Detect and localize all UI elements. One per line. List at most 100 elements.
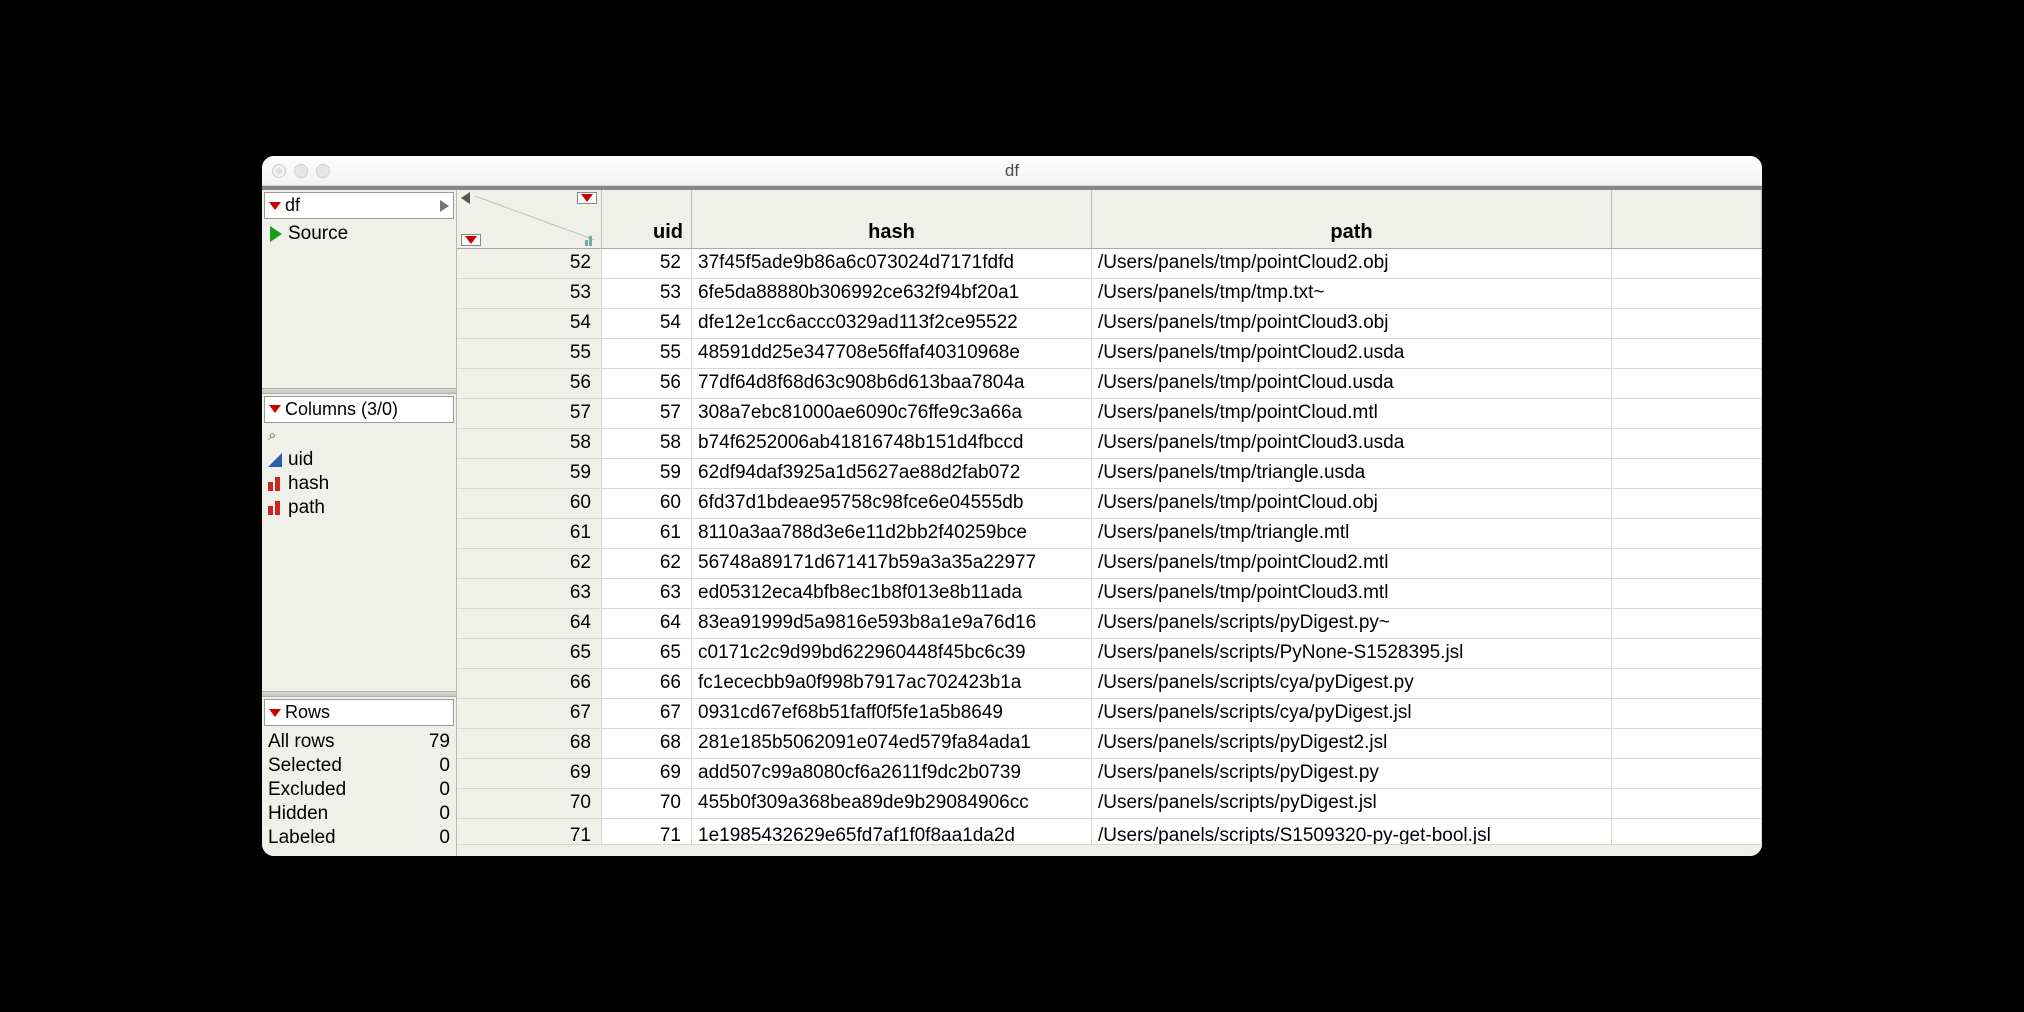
table-row[interactable]: 6969add507c99a8080cf6a2611f9dc2b0739/Use… [457, 759, 1762, 789]
row-number-cell[interactable]: 67 [457, 699, 602, 728]
row-number-cell[interactable]: 54 [457, 309, 602, 338]
panel-separator[interactable] [262, 388, 456, 394]
row-number-cell[interactable]: 57 [457, 399, 602, 428]
cell-path[interactable]: /Users/panels/scripts/S1509320-py-get-bo… [1092, 819, 1612, 844]
titlebar[interactable]: df [262, 156, 1762, 186]
cell-path[interactable]: /Users/panels/tmp/pointCloud2.obj [1092, 249, 1612, 278]
cell-empty[interactable] [1612, 759, 1762, 788]
row-number-cell[interactable]: 56 [457, 369, 602, 398]
rows-stat[interactable]: Labeled0 [268, 826, 450, 850]
cell-empty[interactable] [1612, 699, 1762, 728]
table-row[interactable]: 565677df64d8f68d63c908b6d613baa7804a/Use… [457, 369, 1762, 399]
rows-stat[interactable]: Excluded0 [268, 778, 450, 802]
panel-separator[interactable] [262, 691, 456, 697]
cell-uid[interactable]: 59 [602, 459, 692, 488]
cell-empty[interactable] [1612, 429, 1762, 458]
cell-uid[interactable]: 52 [602, 249, 692, 278]
table-row[interactable]: 5858b74f6252006ab41816748b151d4fbccd/Use… [457, 429, 1762, 459]
cell-empty[interactable] [1612, 339, 1762, 368]
row-number-cell[interactable]: 62 [457, 549, 602, 578]
cell-empty[interactable] [1612, 639, 1762, 668]
cell-uid[interactable]: 58 [602, 429, 692, 458]
cell-hash[interactable]: c0171c2c9d99bd622960448f45bc6c39 [692, 639, 1092, 668]
rows-panel-header[interactable]: Rows [264, 699, 454, 726]
cell-path[interactable]: /Users/panels/scripts/pyDigest.py [1092, 759, 1612, 788]
cell-path[interactable]: /Users/panels/scripts/cya/pyDigest.py [1092, 669, 1612, 698]
table-row[interactable]: 6363ed05312eca4bfb8ec1b8f013e8b11ada/Use… [457, 579, 1762, 609]
table-row[interactable]: 6666fc1ececbb9a0f998b7917ac702423b1a/Use… [457, 669, 1762, 699]
cell-hash[interactable]: 1e1985432629e65fd7af1f0f8aa1da2d [692, 819, 1092, 844]
cell-uid[interactable]: 70 [602, 789, 692, 818]
cell-hash[interactable]: fc1ececbb9a0f998b7917ac702423b1a [692, 669, 1092, 698]
cell-hash[interactable]: 0931cd67ef68b51faff0f5fe1a5b8649 [692, 699, 1092, 728]
columns-menu-button[interactable] [577, 192, 597, 204]
cell-path[interactable]: /Users/panels/tmp/pointCloud.usda [1092, 369, 1612, 398]
row-number-cell[interactable]: 55 [457, 339, 602, 368]
cell-empty[interactable] [1612, 669, 1762, 698]
table-row[interactable]: 6868281e185b5062091e074ed579fa84ada1/Use… [457, 729, 1762, 759]
column-item[interactable]: hash [268, 472, 450, 496]
cell-empty[interactable] [1612, 789, 1762, 818]
table-row[interactable]: 5454dfe12e1cc6accc0329ad113f2ce95522/Use… [457, 309, 1762, 339]
cell-path[interactable]: /Users/panels/tmp/pointCloud3.mtl [1092, 579, 1612, 608]
row-number-cell[interactable]: 66 [457, 669, 602, 698]
row-number-cell[interactable]: 65 [457, 639, 602, 668]
cell-uid[interactable]: 53 [602, 279, 692, 308]
table-row[interactable]: 6565c0171c2c9d99bd622960448f45bc6c39/Use… [457, 639, 1762, 669]
cell-hash[interactable]: 281e185b5062091e074ed579fa84ada1 [692, 729, 1092, 758]
cell-path[interactable]: /Users/panels/scripts/PyNone-S1528395.js… [1092, 639, 1612, 668]
grid-body[interactable]: 525237f45f5ade9b86a6c073024d7171fdfd/Use… [457, 249, 1762, 856]
rows-stat[interactable]: All rows79 [268, 730, 450, 754]
row-number-cell[interactable]: 60 [457, 489, 602, 518]
cell-hash[interactable]: 308a7ebc81000ae6090c76ffe9c3a66a [692, 399, 1092, 428]
cell-path[interactable]: /Users/panels/scripts/pyDigest.jsl [1092, 789, 1612, 818]
table-row[interactable]: 61618110a3aa788d3e6e11d2bb2f40259bce/Use… [457, 519, 1762, 549]
cell-empty[interactable] [1612, 819, 1762, 844]
cell-empty[interactable] [1612, 549, 1762, 578]
cell-hash[interactable]: 77df64d8f68d63c908b6d613baa7804a [692, 369, 1092, 398]
table-row[interactable]: 626256748a89171d671417b59a3a35a22977/Use… [457, 549, 1762, 579]
source-row[interactable]: Source [262, 221, 456, 247]
row-number-cell[interactable]: 69 [457, 759, 602, 788]
cell-uid[interactable]: 55 [602, 339, 692, 368]
table-row[interactable]: 646483ea91999d5a9816e593b8a1e9a76d16/Use… [457, 609, 1762, 639]
cell-hash[interactable]: b74f6252006ab41816748b151d4fbccd [692, 429, 1092, 458]
cell-uid[interactable]: 69 [602, 759, 692, 788]
cell-uid[interactable]: 64 [602, 609, 692, 638]
cell-uid[interactable]: 62 [602, 549, 692, 578]
column-item[interactable]: uid [268, 448, 450, 472]
scroll-left-icon[interactable] [461, 192, 470, 204]
row-number-cell[interactable]: 59 [457, 459, 602, 488]
cell-uid[interactable]: 67 [602, 699, 692, 728]
cell-hash[interactable]: 83ea91999d5a9816e593b8a1e9a76d16 [692, 609, 1092, 638]
table-row[interactable]: 60606fd37d1bdeae95758c98fce6e04555db/Use… [457, 489, 1762, 519]
cell-hash[interactable]: 6fe5da88880b306992ce632f94bf20a1 [692, 279, 1092, 308]
cell-uid[interactable]: 56 [602, 369, 692, 398]
cell-uid[interactable]: 54 [602, 309, 692, 338]
cell-path[interactable]: /Users/panels/tmp/triangle.mtl [1092, 519, 1612, 548]
row-number-cell[interactable]: 63 [457, 579, 602, 608]
cell-empty[interactable] [1612, 609, 1762, 638]
columns-search[interactable]: ⌕ [262, 425, 456, 446]
cell-uid[interactable]: 63 [602, 579, 692, 608]
rows-stat[interactable]: Selected0 [268, 754, 450, 778]
cell-path[interactable]: /Users/panels/tmp/pointCloud2.usda [1092, 339, 1612, 368]
cell-uid[interactable]: 66 [602, 669, 692, 698]
row-number-cell[interactable]: 52 [457, 249, 602, 278]
cell-uid[interactable]: 61 [602, 519, 692, 548]
cell-hash[interactable]: 6fd37d1bdeae95758c98fce6e04555db [692, 489, 1092, 518]
cell-empty[interactable] [1612, 399, 1762, 428]
cell-path[interactable]: /Users/panels/scripts/cya/pyDigest.jsl [1092, 699, 1612, 728]
cell-uid[interactable]: 65 [602, 639, 692, 668]
row-number-cell[interactable]: 61 [457, 519, 602, 548]
cell-empty[interactable] [1612, 309, 1762, 338]
cell-empty[interactable] [1612, 279, 1762, 308]
run-arrow-icon[interactable] [440, 200, 449, 212]
cell-hash[interactable]: dfe12e1cc6accc0329ad113f2ce95522 [692, 309, 1092, 338]
table-row[interactable]: 53536fe5da88880b306992ce632f94bf20a1/Use… [457, 279, 1762, 309]
cell-path[interactable]: /Users/panels/tmp/triangle.usda [1092, 459, 1612, 488]
cell-hash[interactable]: 8110a3aa788d3e6e11d2bb2f40259bce [692, 519, 1092, 548]
row-number-cell[interactable]: 58 [457, 429, 602, 458]
cell-empty[interactable] [1612, 729, 1762, 758]
table-panel-header[interactable]: df [264, 192, 454, 219]
